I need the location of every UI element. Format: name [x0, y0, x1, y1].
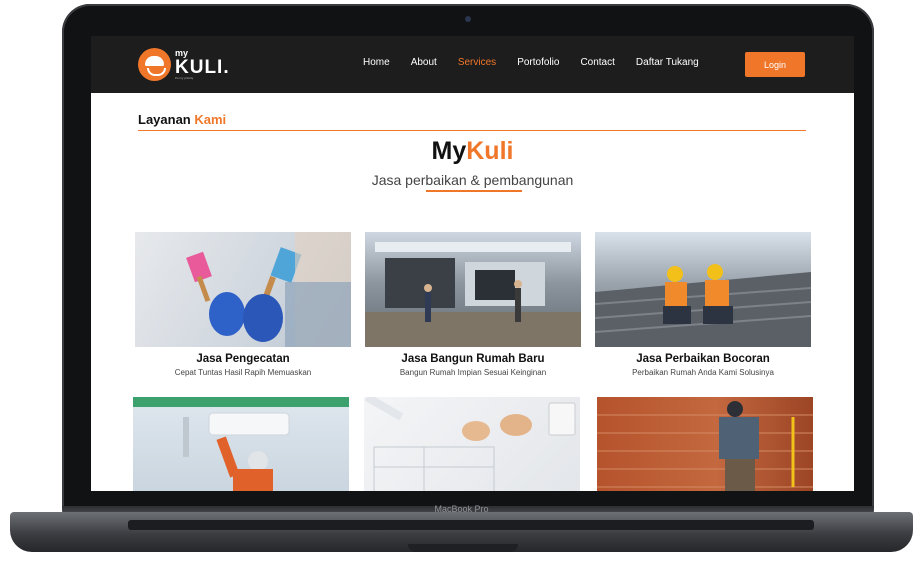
nav-about[interactable]: About: [411, 57, 437, 68]
section-title: Layanan Kami: [138, 112, 226, 127]
helmet-logo-icon: [138, 48, 171, 81]
logo-text: my KULI. it's my priority: [175, 49, 230, 80]
service-card-ac[interactable]: [133, 397, 349, 491]
brand-accent: Kuli: [466, 137, 514, 165]
brick-wall-photo: [597, 397, 813, 491]
nav-home[interactable]: Home: [363, 57, 390, 68]
section-title-main: Layanan: [138, 112, 195, 127]
house-construction-photo: [365, 232, 581, 347]
browser-screen: my KULI. it's my priority Home About Ser…: [91, 36, 854, 491]
nav-daftar-tukang[interactable]: Daftar Tukang: [636, 57, 699, 68]
nav-contact[interactable]: Contact: [580, 57, 614, 68]
nav-services[interactable]: Services: [458, 57, 496, 68]
section-title-accent: Kami: [194, 112, 227, 127]
paint-brush-icon: [186, 232, 351, 347]
laptop-notch: [408, 544, 518, 552]
ac-repair-photo: [133, 397, 349, 491]
login-button[interactable]: Login: [745, 52, 805, 77]
navbar: my KULI. it's my priority Home About Ser…: [91, 36, 854, 93]
service-card-perbaikan-bocoran[interactable]: Jasa Perbaikan Bocoran Perbaikan Rumah A…: [595, 232, 811, 377]
service-subtitle: Bangun Rumah Impian Sesuai Keinginan: [399, 368, 547, 377]
tagline-underline: [426, 190, 522, 192]
blueprint-icon: [364, 397, 576, 491]
ac-repair-icon: [133, 397, 349, 491]
brand-tagline: Jasa perbaikan & pembangunan: [371, 172, 574, 188]
service-subtitle: Cepat Tuntas Hasil Rapih Memuaskan: [174, 368, 312, 377]
roof-repair-photo: [595, 232, 811, 347]
service-card-renovasi[interactable]: [597, 397, 813, 491]
logo-big-text: KULI.: [175, 57, 230, 78]
service-title: Jasa Bangun Rumah Baru: [401, 353, 545, 365]
nav-menu: Home About Services Portofolio Contact D…: [363, 57, 720, 68]
brand-main: My: [431, 137, 467, 165]
service-card-bangun-rumah[interactable]: Jasa Bangun Rumah Baru Bangun Rumah Impi…: [365, 232, 581, 377]
roof-repair-icon: [595, 264, 811, 347]
blueprint-photo: [364, 397, 580, 491]
section-divider: [138, 130, 806, 131]
laptop-mockup: my KULI. it's my priority Home About Ser…: [0, 0, 923, 567]
service-title: Jasa Pengecatan: [196, 353, 290, 365]
nav-portofolio[interactable]: Portofolio: [517, 57, 559, 68]
service-title: Jasa Perbaikan Bocoran: [636, 353, 770, 365]
camera-icon: [465, 16, 471, 22]
keyboard-edge: [128, 520, 814, 530]
brand-heading: MyKuli: [91, 137, 854, 166]
service-card-desain[interactable]: [364, 397, 580, 491]
brick-wall-icon: [597, 401, 813, 491]
site-logo[interactable]: my KULI. it's my priority: [138, 48, 230, 81]
device-label: MacBook Pro: [434, 504, 489, 514]
house-construction-icon: [365, 242, 581, 347]
service-subtitle: Perbaikan Rumah Anda Kami Solusinya: [632, 368, 774, 377]
service-card-pengecatan[interactable]: Jasa Pengecatan Cepat Tuntas Hasil Rapih…: [135, 232, 351, 377]
paint-brush-photo: [135, 232, 351, 347]
